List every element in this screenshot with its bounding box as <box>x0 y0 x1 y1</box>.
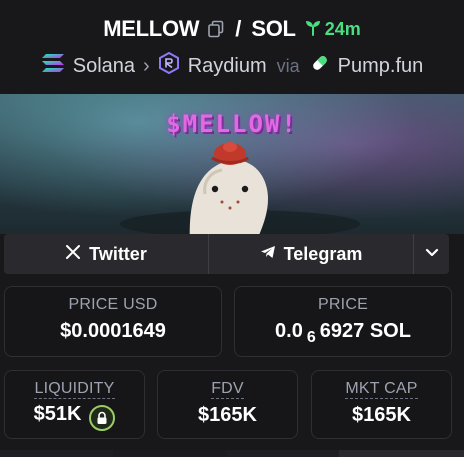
mascot-illustration <box>120 142 360 234</box>
pair-age-text: 24m <box>324 18 361 39</box>
liquidity-card: LIQUIDITY $51K <box>4 370 145 439</box>
launchpad-name[interactable]: Pump.fun <box>338 55 424 78</box>
chain-name[interactable]: Solana <box>73 55 135 78</box>
mkt-cap-label-text: MKT CAP <box>345 380 418 399</box>
mkt-cap-card: MKT CAP $165K <box>311 370 452 439</box>
mkt-cap-label: MKT CAP <box>345 380 418 399</box>
pair-separator: / <box>235 16 242 41</box>
price-sol-label: PRICE <box>318 296 368 313</box>
solana-icon <box>41 53 65 79</box>
price-usd-label: PRICE USD <box>68 296 158 313</box>
price-sol-value: 0.0 6 6927 SOL <box>275 320 411 346</box>
mkt-cap-value: $165K <box>352 404 411 426</box>
telegram-icon <box>260 244 276 265</box>
price-usd-card: PRICE USD $0.0001649 <box>4 286 222 357</box>
twitter-label: Twitter <box>89 243 147 264</box>
fdv-label: FDV <box>211 380 244 399</box>
pair-title-row: MELLOW / SOL 24m <box>0 16 464 42</box>
price-sol-suffix: 6927 SOL <box>319 320 411 342</box>
via-text: via <box>276 55 300 76</box>
seedling-icon <box>304 18 322 41</box>
liquidity-value: $51K <box>33 400 116 431</box>
chain-breadcrumb: Solana › Raydium via Pump.fun <box>0 51 464 80</box>
telegram-button[interactable]: Telegram <box>209 234 414 274</box>
chevron-right-icon: › <box>143 54 150 77</box>
liquidity-label: LIQUIDITY <box>34 380 115 399</box>
lock-icon[interactable] <box>89 405 116 431</box>
base-token-symbol: MELLOW <box>103 16 200 41</box>
telegram-label: Telegram <box>283 243 363 264</box>
pill-icon <box>310 53 330 79</box>
liquidity-value-text: $51K <box>33 403 82 425</box>
fdv-label-text: FDV <box>211 380 244 399</box>
chevron-down-icon <box>424 244 440 265</box>
bottom-stats-strip <box>0 450 464 457</box>
more-links-button[interactable] <box>414 234 449 274</box>
price-sol-prefix: 0.0 <box>275 320 303 342</box>
x-icon <box>65 244 81 265</box>
quote-token-symbol: SOL <box>251 16 296 41</box>
fdv-value: $165K <box>198 404 257 426</box>
twitter-button[interactable]: Twitter <box>4 234 209 274</box>
pair-header: MELLOW / SOL 24m Solana › Raydium via Pu… <box>0 0 464 94</box>
liquidity-label-text: LIQUIDITY <box>34 380 115 399</box>
fdv-card: FDV $165K <box>157 370 298 439</box>
price-sol-card: PRICE 0.0 6 6927 SOL <box>234 286 452 357</box>
raydium-icon <box>158 51 180 80</box>
price-usd-value: $0.0001649 <box>60 320 166 342</box>
pair-age: 24m <box>304 18 361 41</box>
dex-name[interactable]: Raydium <box>188 55 267 78</box>
price-sol-zero-count: 6 <box>306 329 316 346</box>
copy-icon[interactable] <box>207 20 225 38</box>
token-banner-image: $MELLOW! <box>0 94 464 234</box>
social-links-bar: Twitter Telegram <box>4 234 449 274</box>
